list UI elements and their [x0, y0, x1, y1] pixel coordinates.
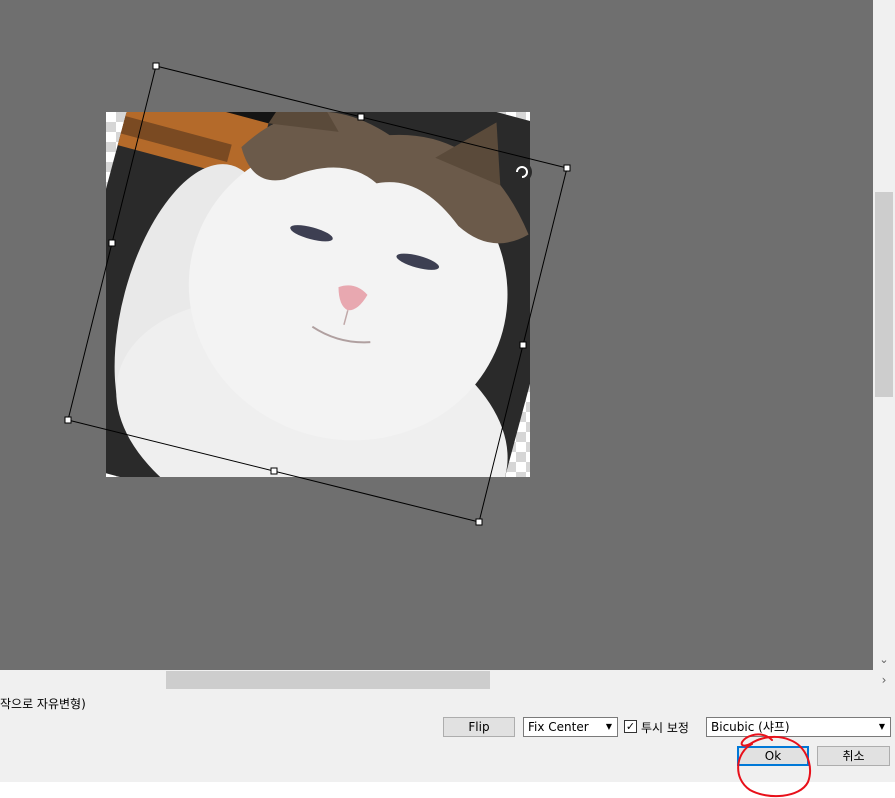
chevron-down-icon: ▼ — [878, 722, 886, 731]
perspective-checkbox[interactable]: ✓ — [624, 720, 637, 733]
handle-bottom-right[interactable] — [475, 518, 483, 526]
handle-bottom-left[interactable] — [64, 416, 72, 424]
handle-top-middle[interactable] — [357, 113, 365, 121]
flip-button[interactable]: Flip — [443, 717, 515, 737]
interpolation-select[interactable]: Bicubic (샤프) ▼ — [706, 717, 891, 737]
scroll-down-icon[interactable]: ⌄ — [873, 652, 895, 668]
vertical-scrollbar-thumb[interactable] — [875, 192, 893, 397]
horizontal-scrollbar[interactable]: › — [0, 670, 895, 690]
horizontal-scrollbar-thumb[interactable] — [166, 671, 490, 689]
transform-overlay[interactable] — [0, 0, 873, 670]
control-panel: 작으로 자유변형) Flip Fix Center ▼ ✓ 투시 보정 Bicu… — [0, 690, 895, 782]
handle-right-middle[interactable] — [519, 341, 527, 349]
cancel-button[interactable]: 취소 — [817, 746, 890, 766]
transform-bounding-box — [67, 65, 568, 523]
handle-bottom-middle[interactable] — [270, 467, 278, 475]
description-text: 작으로 자유변형) — [0, 697, 86, 711]
vertical-scrollbar[interactable]: ⌄ — [873, 0, 895, 670]
handle-top-left[interactable] — [152, 62, 160, 70]
scroll-right-icon[interactable]: › — [876, 670, 892, 690]
rotate-indicator-icon — [512, 162, 532, 182]
bottom-strip — [0, 782, 895, 798]
center-mode-value: Fix Center — [528, 720, 589, 734]
handle-top-right[interactable] — [563, 164, 571, 172]
handle-left-middle[interactable] — [108, 239, 116, 247]
canvas-area[interactable] — [0, 0, 873, 670]
ok-button[interactable]: Ok — [737, 746, 809, 766]
center-mode-select[interactable]: Fix Center ▼ — [523, 717, 618, 737]
interpolation-value: Bicubic (샤프) — [711, 720, 790, 734]
perspective-checkbox-label[interactable]: 투시 보정 — [641, 719, 689, 736]
chevron-down-icon: ▼ — [605, 722, 613, 731]
